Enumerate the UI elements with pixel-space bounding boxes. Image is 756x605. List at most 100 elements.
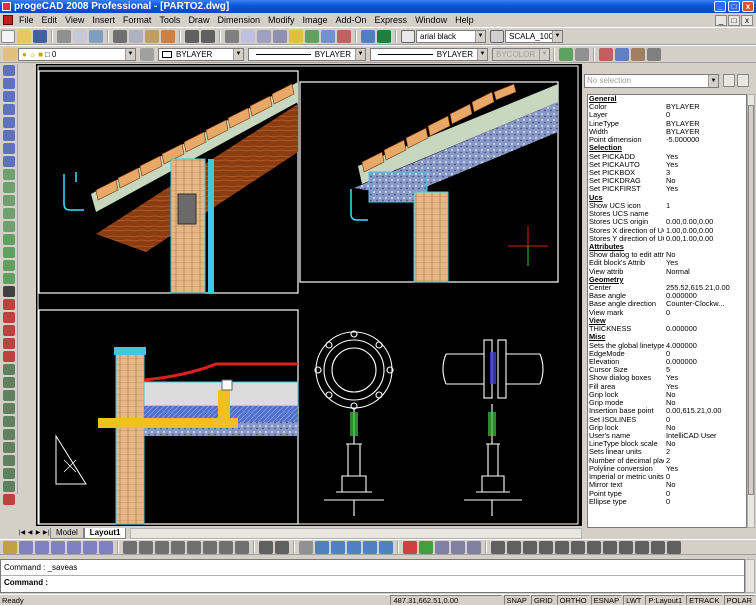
- property-row[interactable]: LineType BYLAYER: [588, 120, 746, 128]
- quadrant-snap-icon[interactable]: [83, 540, 97, 554]
- layer-combo[interactable]: ● ☼ ■ □ 0 ▼: [18, 47, 136, 61]
- property-row[interactable]: Set PICKFIRST Yes: [588, 185, 746, 193]
- new-icon[interactable]: [1, 29, 15, 43]
- rectangle-icon[interactable]: [2, 117, 15, 128]
- layer-isolate-icon[interactable]: [615, 47, 629, 61]
- shade-icon[interactable]: [403, 540, 417, 554]
- dim-leader-icon[interactable]: [619, 540, 633, 554]
- dim-style-combo[interactable]: SCALA_100 ▼: [505, 29, 563, 43]
- property-value[interactable]: No: [664, 440, 746, 448]
- materials-icon[interactable]: [451, 540, 465, 554]
- menu-add-on[interactable]: Add-On: [333, 15, 372, 25]
- copy-icon[interactable]: [129, 29, 143, 43]
- dim-ordinate-icon[interactable]: [523, 540, 537, 554]
- polar-toggle[interactable]: POLAR: [723, 595, 755, 605]
- ucs-object-icon[interactable]: [331, 540, 345, 554]
- region-icon[interactable]: [2, 195, 15, 206]
- break-icon[interactable]: [2, 442, 15, 453]
- circle-icon[interactable]: [2, 104, 15, 115]
- viewport-top-left[interactable]: [38, 70, 299, 294]
- menu-view[interactable]: View: [62, 15, 89, 25]
- named-views-icon[interactable]: [289, 29, 303, 43]
- spell-check-icon[interactable]: [89, 29, 103, 43]
- property-row[interactable]: Fill area Yes: [588, 383, 746, 391]
- command-scrollbar[interactable]: [745, 559, 755, 593]
- doc-restore-button[interactable]: □: [728, 14, 740, 26]
- dim-center-icon[interactable]: [651, 540, 665, 554]
- property-row[interactable]: Set PICKBOX 3: [588, 169, 746, 177]
- chevron-down-icon[interactable]: ▼: [552, 30, 562, 42]
- property-value[interactable]: 2: [664, 457, 746, 465]
- undo-icon[interactable]: [185, 29, 199, 43]
- property-row[interactable]: Stores X direction of UCS1.00,0.00,0.00: [588, 227, 746, 235]
- menu-tools[interactable]: Tools: [156, 15, 185, 25]
- print-preview-icon[interactable]: [73, 29, 87, 43]
- leader-icon[interactable]: [2, 260, 15, 271]
- property-row[interactable]: Edit block's Attrib Yes: [588, 259, 746, 267]
- property-row[interactable]: Sets the global linetype ...4.000000: [588, 342, 746, 350]
- property-row[interactable]: EdgeMode 0: [588, 350, 746, 358]
- parallel-snap-icon[interactable]: [203, 540, 217, 554]
- ortho-toggle[interactable]: ORTHO: [556, 595, 590, 605]
- property-value[interactable]: Yes: [664, 465, 746, 473]
- erase-icon[interactable]: [2, 299, 15, 310]
- menu-express[interactable]: Express: [372, 15, 413, 25]
- property-value[interactable]: 1: [664, 202, 746, 210]
- property-row[interactable]: User's name IntelliCAD User: [588, 432, 746, 440]
- render-settings-icon[interactable]: [435, 540, 449, 554]
- menu-insert[interactable]: Insert: [89, 15, 120, 25]
- next-tab-button[interactable]: ▶: [34, 528, 42, 538]
- table-icon[interactable]: [2, 234, 15, 245]
- property-row[interactable]: Layer 0: [588, 111, 746, 119]
- property-value[interactable]: 0: [664, 416, 746, 424]
- property-category[interactable]: Geometry: [588, 275, 746, 284]
- dim-continue-icon[interactable]: [603, 540, 617, 554]
- tangent-snap-icon[interactable]: [155, 540, 169, 554]
- property-value[interactable]: 0: [664, 498, 746, 506]
- ucs-world-icon[interactable]: [315, 540, 329, 554]
- green-dot-icon[interactable]: [419, 540, 433, 554]
- property-value[interactable]: No: [664, 481, 746, 489]
- color-combo[interactable]: BYLAYER ▼: [158, 47, 244, 61]
- command-prompt[interactable]: Command :: [4, 578, 48, 587]
- property-value[interactable]: Counter-Clockw...: [664, 300, 746, 308]
- property-value[interactable]: Yes: [664, 185, 746, 193]
- paperspace-canvas[interactable]: [36, 64, 582, 526]
- match-properties-icon[interactable]: [161, 29, 175, 43]
- property-value[interactable]: Yes: [664, 161, 746, 169]
- ucs-view-icon[interactable]: [347, 540, 361, 554]
- property-value[interactable]: No: [664, 251, 746, 259]
- property-value[interactable]: 0: [664, 490, 746, 498]
- render-icon[interactable]: [337, 29, 351, 43]
- move-icon[interactable]: [2, 364, 15, 375]
- dim-style-icon[interactable]: [490, 29, 504, 43]
- property-row[interactable]: Stores UCS name: [588, 210, 746, 218]
- property-value[interactable]: 0.000000: [664, 292, 746, 300]
- property-value[interactable]: 1.00,0.00,0.00: [664, 227, 746, 235]
- property-row[interactable]: Elevation 0.000000: [588, 358, 746, 366]
- menu-format[interactable]: Format: [120, 15, 157, 25]
- property-row[interactable]: Set PICKADD Yes: [588, 153, 746, 161]
- menu-image[interactable]: Image: [300, 15, 333, 25]
- property-row[interactable]: Cursor Size 5: [588, 366, 746, 374]
- chevron-down-icon[interactable]: ▼: [233, 48, 243, 60]
- pencil-icon[interactable]: [2, 494, 15, 505]
- text-style-combo[interactable]: arial black ▼: [416, 29, 486, 43]
- open-icon[interactable]: [17, 29, 31, 43]
- layer-freeze-icon[interactable]: [647, 47, 661, 61]
- redraw-icon[interactable]: [305, 29, 319, 43]
- property-row[interactable]: Show UCS icon 1: [588, 202, 746, 210]
- dimension-icon[interactable]: [2, 247, 15, 258]
- dim-radius-icon[interactable]: [539, 540, 553, 554]
- dim-edit-icon[interactable]: [667, 540, 681, 554]
- chevron-down-icon[interactable]: ▼: [125, 48, 135, 60]
- snap-all-icon[interactable]: [259, 540, 273, 554]
- midpoint-snap-icon[interactable]: [35, 540, 49, 554]
- esnap-toggle[interactable]: ESNAP: [590, 595, 623, 605]
- rotate-icon[interactable]: [2, 377, 15, 388]
- line-icon[interactable]: [2, 65, 15, 76]
- property-row[interactable]: Number of decimal places2: [588, 457, 746, 465]
- property-row[interactable]: Grip mode No: [588, 399, 746, 407]
- property-value[interactable]: 0.00,615.21,0.00: [664, 407, 746, 415]
- property-value[interactable]: 0.000000: [664, 325, 746, 333]
